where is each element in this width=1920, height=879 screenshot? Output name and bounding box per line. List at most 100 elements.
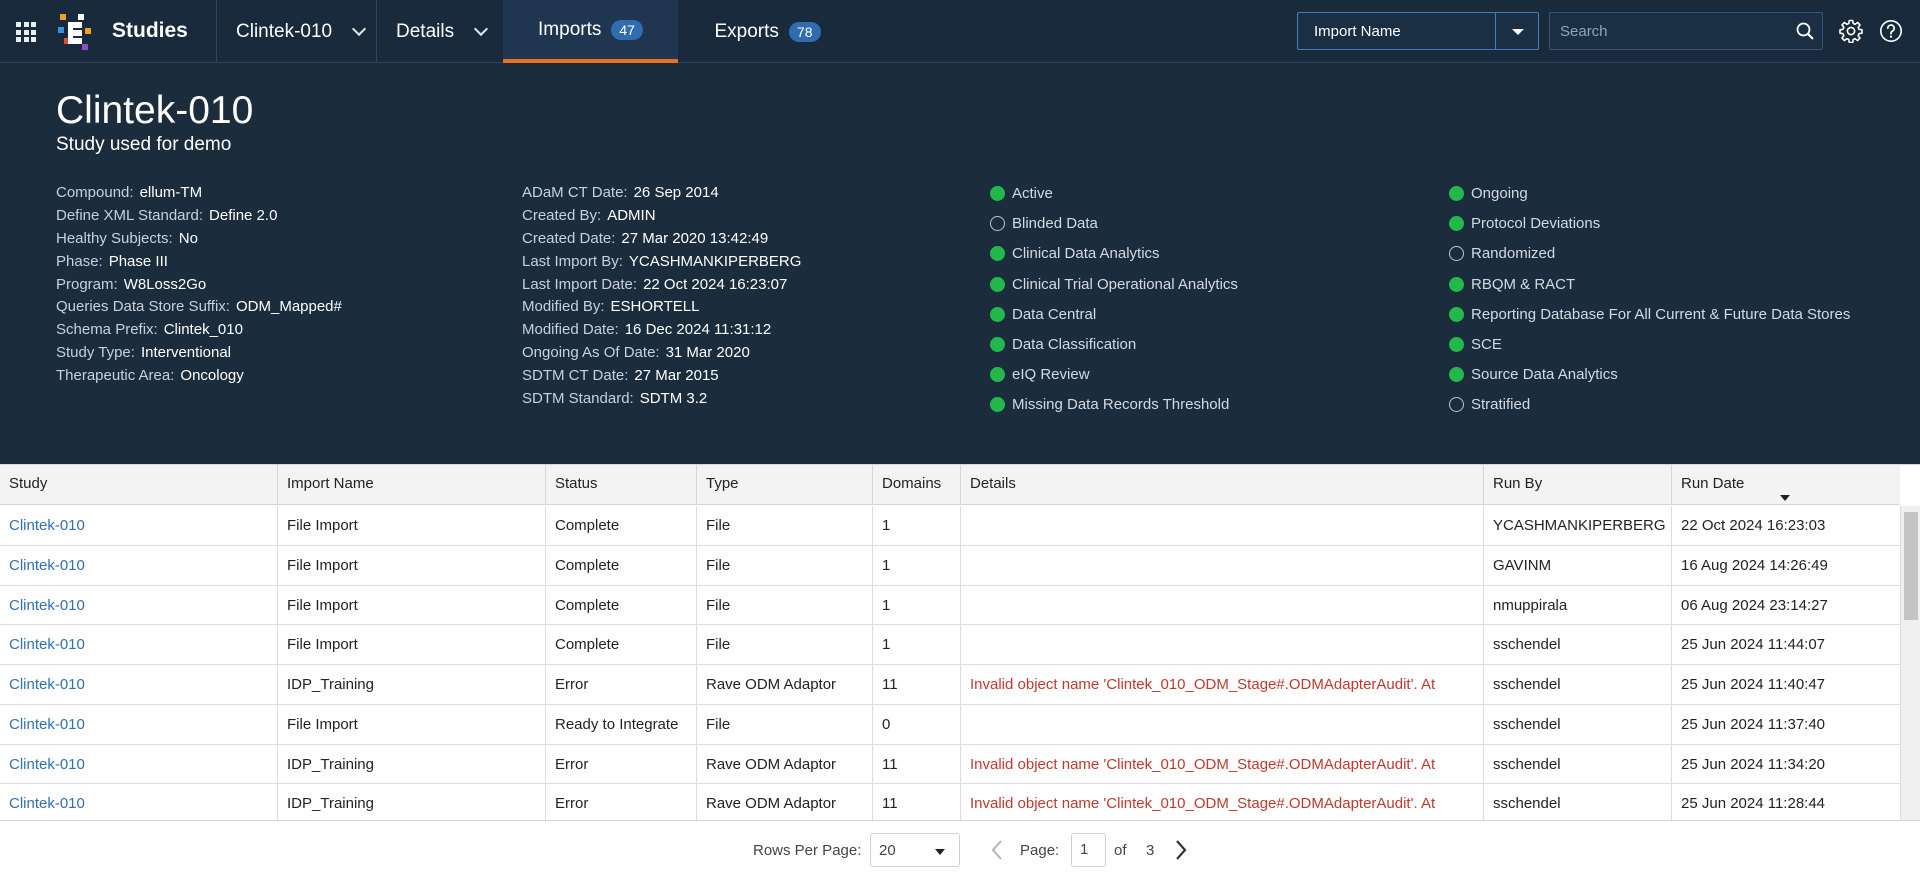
cell-import-name: IDP_Training <box>278 665 546 704</box>
status-dot <box>1449 186 1464 201</box>
property-value: 22 Oct 2024 16:23:07 <box>643 275 788 293</box>
property-label: Last Import By: <box>522 252 623 270</box>
study-header-panel: Clintek-010 Study used for demo Compound… <box>0 63 1920 464</box>
flag-item: eIQ Review <box>990 363 1238 393</box>
cell-type: File <box>697 506 873 545</box>
table-row[interactable]: Clintek-010 File Import Complete File 1 YCASH… <box>0 506 1900 546</box>
table-row[interactable]: Clintek-010 IDP_Training Error Rave ODM Ada… <box>0 784 1900 824</box>
cell-status: Complete <box>546 625 697 665</box>
status-dot <box>1449 276 1464 292</box>
table-row[interactable]: Clintek-010 IDP_Training Error Rave ODM Ada… <box>0 665 1900 705</box>
property-label: SDTM CT Date: <box>522 367 629 385</box>
flag-item: Randomized <box>1449 242 1850 272</box>
page-number-input[interactable]: 1 <box>1071 833 1106 867</box>
gear-icon[interactable] <box>1839 19 1863 43</box>
flag-item: Source Data Analytics <box>1449 363 1850 393</box>
property-row: Last Import By: YCASHMANKIPERBERG <box>522 251 801 274</box>
cell-run-by: sschendel <box>1484 744 1672 784</box>
column-header-status[interactable]: Status <box>546 465 697 505</box>
cell-study[interactable]: Clintek-010 <box>0 744 278 784</box>
cell-study[interactable]: Clintek-010 <box>0 545 278 585</box>
property-value: ADMIN <box>607 206 656 224</box>
cell-status: Error <box>546 665 697 704</box>
flag-item: Data Classification <box>990 333 1238 363</box>
status-dot <box>990 186 1005 201</box>
column-header-details[interactable]: Details <box>961 465 1484 505</box>
chevron-right-icon[interactable] <box>1174 839 1188 861</box>
cell-status: Complete <box>546 585 697 625</box>
table-row[interactable]: Clintek-010 IDP_Training Error Rave ODM Ada… <box>0 744 1900 785</box>
flag-item: Reporting Database For All Current & Fut… <box>1449 303 1850 333</box>
property-row: Modified By: ESHORTELL <box>522 296 801 319</box>
table-scrollbar[interactable] <box>1900 506 1920 821</box>
column-header-type[interactable]: Type <box>697 465 873 505</box>
table-body: Clintek-010 File Import Complete File 1 YCASH… <box>0 506 1900 824</box>
app-brand[interactable]: Studies <box>112 19 188 43</box>
flag-label: eIQ Review <box>1012 366 1090 384</box>
cell-domains: 0 <box>873 704 961 744</box>
cell-status: Error <box>546 784 697 824</box>
cell-import-name: IDP_Training <box>278 744 546 784</box>
column-header-run-by[interactable]: Run By <box>1484 465 1672 505</box>
flag-item: SCE <box>1449 333 1850 363</box>
scrollbar-thumb[interactable] <box>1904 512 1918 620</box>
caret-down-icon[interactable] <box>1512 29 1524 35</box>
search-field-select[interactable]: Import Name <box>1297 12 1539 50</box>
details-menu[interactable]: Details <box>396 0 503 63</box>
table-row[interactable]: Clintek-010 File Import Complete File 1 nmupp… <box>0 585 1900 626</box>
app-logo[interactable] <box>58 14 92 50</box>
property-value: 27 Mar 2015 <box>634 367 719 385</box>
cell-details <box>961 506 1484 545</box>
property-label: Therapeutic Area: <box>56 367 175 385</box>
status-dot <box>990 336 1005 352</box>
table-row[interactable]: Clintek-010 File Import Ready to Integrate… <box>0 704 1900 745</box>
study-selector[interactable]: Clintek-010 <box>236 0 376 63</box>
cell-domains: 11 <box>873 665 961 704</box>
cell-run-by: sschendel <box>1484 625 1672 665</box>
tab-imports[interactable]: Imports 47 <box>503 0 678 63</box>
cell-study[interactable]: Clintek-010 <box>0 585 278 625</box>
cell-study[interactable]: Clintek-010 <box>0 506 278 545</box>
tab-exports[interactable]: Exports 78 <box>680 0 855 63</box>
page-title: Clintek-010 <box>56 89 254 132</box>
cell-run-by: sschendel <box>1484 784 1672 824</box>
cell-details <box>961 585 1484 625</box>
search-icon[interactable] <box>1796 22 1814 40</box>
property-value: Clintek_010 <box>163 321 243 339</box>
table-row[interactable]: Clintek-010 File Import Complete File 1 ssche… <box>0 625 1900 665</box>
pagination-bar: Rows Per Page: 20 Page: 1 of 3 <box>0 820 1920 879</box>
status-dot <box>990 367 1005 383</box>
cell-study[interactable]: Clintek-010 <box>0 784 278 824</box>
flag-label: Active <box>1012 185 1053 202</box>
column-header-domains[interactable]: Domains <box>873 465 961 505</box>
cell-details: Invalid object name 'Clintek_010_ODM_Sta… <box>961 744 1484 784</box>
property-value: SDTM 3.2 <box>639 390 708 408</box>
top-navigation-bar: Studies Clintek-010 Details Imports 47 E… <box>0 0 1920 63</box>
cell-import-name: File Import <box>278 545 546 585</box>
table-header: Study Import Name Status Type Domains De… <box>0 465 1900 505</box>
cell-run-by: sschendel <box>1484 665 1672 704</box>
cell-run-by: sschendel <box>1484 704 1672 744</box>
table-row[interactable]: Clintek-010 File Import Complete File 1 GAVIN… <box>0 545 1900 586</box>
apps-grid-icon[interactable] <box>16 22 36 42</box>
chevron-left-icon[interactable] <box>990 839 1004 861</box>
property-value: ESHORTELL <box>610 298 700 316</box>
property-row: Schema Prefix: Clintek_010 <box>56 319 342 342</box>
rows-per-page-select[interactable]: 20 <box>870 833 960 867</box>
cell-domains: 11 <box>873 744 961 784</box>
cell-import-name: IDP_Training <box>278 784 546 824</box>
cell-study[interactable]: Clintek-010 <box>0 704 278 744</box>
cell-type: Rave ODM Adaptor <box>697 784 873 824</box>
search-input[interactable] <box>1550 13 1790 49</box>
cell-study[interactable]: Clintek-010 <box>0 665 278 704</box>
status-dot <box>1449 336 1464 352</box>
sort-descending-icon[interactable] <box>1780 495 1790 501</box>
cell-type: File <box>697 585 873 625</box>
property-row: Queries Data Store Suffix: ODM_Mapped# <box>56 296 342 319</box>
help-icon[interactable] <box>1879 19 1903 43</box>
column-header-study[interactable]: Study <box>0 465 278 505</box>
cell-run-date: 25 Jun 2024 11:40:47 <box>1681 676 1826 693</box>
cell-study[interactable]: Clintek-010 <box>0 625 278 665</box>
column-header-import-name[interactable]: Import Name <box>278 465 546 505</box>
cell-type: File <box>697 625 873 665</box>
